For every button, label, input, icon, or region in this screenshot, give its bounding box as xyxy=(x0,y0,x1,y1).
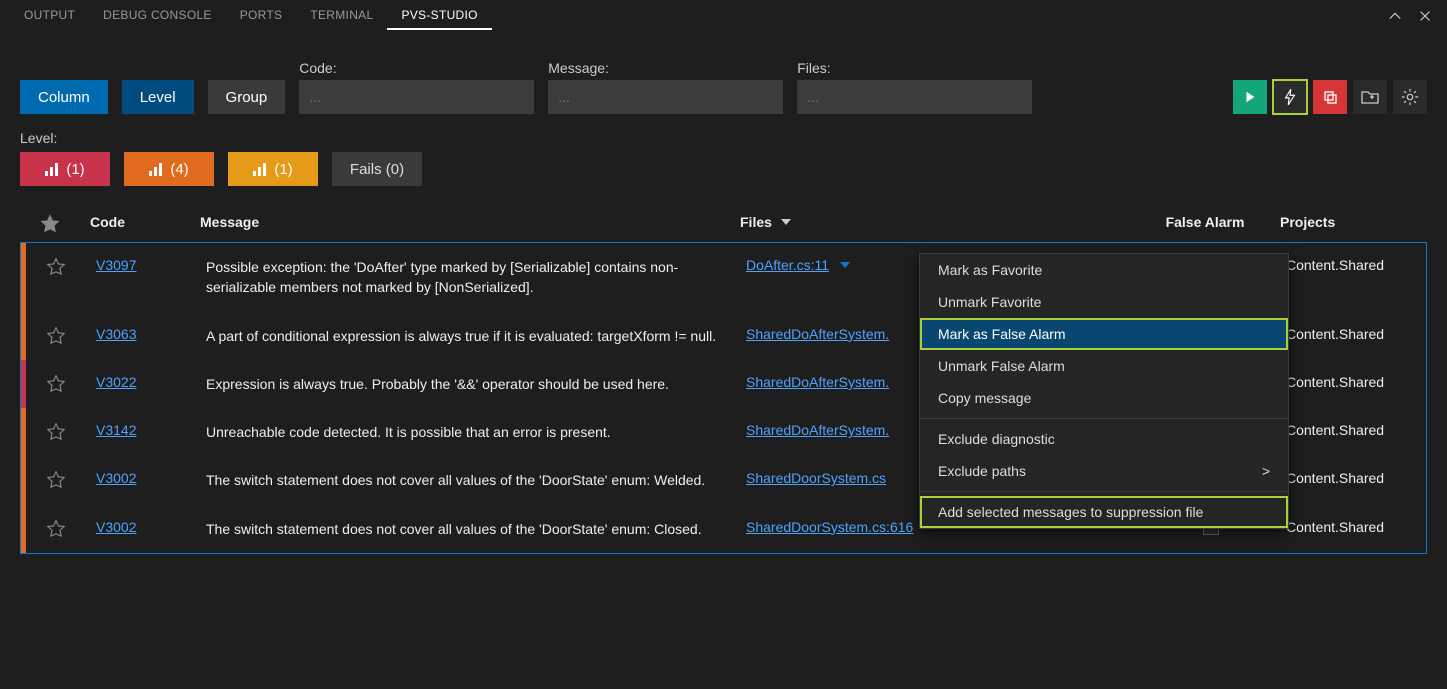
context-menu-item[interactable]: Copy message xyxy=(920,382,1288,414)
bars-icon xyxy=(149,162,162,176)
context-menu-item[interactable]: Add selected messages to suppression fil… xyxy=(920,496,1288,528)
level-badge-orange[interactable]: (4) xyxy=(124,152,214,186)
level-label: Level: xyxy=(20,130,1427,146)
bars-icon xyxy=(253,162,266,176)
message-text: The switch statement does not cover all … xyxy=(206,470,736,490)
grid-header: Code Message Files False Alarm Projects xyxy=(20,206,1427,242)
panel-tab-pvs-studio[interactable]: PVS-STUDIO xyxy=(387,2,491,30)
code-link[interactable]: V3022 xyxy=(96,374,136,390)
message-text: Expression is always true. Probably the … xyxy=(206,374,736,394)
lightning-icon[interactable] xyxy=(1273,80,1307,114)
favorite-star-icon[interactable] xyxy=(26,519,86,539)
submenu-arrow-icon: > xyxy=(1262,463,1270,479)
level-badge-gray[interactable]: Fails (0) xyxy=(332,152,422,186)
level-button[interactable]: Level xyxy=(122,80,194,114)
favorite-star-icon[interactable] xyxy=(26,257,86,277)
code-link[interactable]: V3142 xyxy=(96,422,136,438)
message-text: Unreachable code detected. It is possibl… xyxy=(206,422,736,442)
sort-desc-icon xyxy=(780,214,792,230)
gear-icon[interactable] xyxy=(1393,80,1427,114)
code-filter: Code: xyxy=(299,60,534,114)
message-filter-input[interactable] xyxy=(548,80,783,114)
files-filter-input[interactable] xyxy=(797,80,1032,114)
panel-tab-terminal[interactable]: TERMINAL xyxy=(296,2,387,30)
code-link[interactable]: V3097 xyxy=(96,257,136,273)
project-name: Content.Shared xyxy=(1286,470,1406,486)
col-files[interactable]: Files xyxy=(740,214,1130,230)
context-menu-item[interactable]: Unmark False Alarm xyxy=(920,350,1288,382)
bars-icon xyxy=(45,162,58,176)
files-filter: Files: xyxy=(797,60,1032,114)
file-link[interactable]: SharedDoorSystem.cs:616 xyxy=(746,519,913,535)
panel-tab-output[interactable]: OUTPUT xyxy=(10,2,89,30)
code-filter-input[interactable] xyxy=(299,80,534,114)
col-code[interactable]: Code xyxy=(90,214,190,230)
message-filter-label: Message: xyxy=(548,60,783,76)
project-name: Content.Shared xyxy=(1286,257,1406,273)
results-grid: Code Message Files False Alarm Projects … xyxy=(0,196,1447,554)
col-message[interactable]: Message xyxy=(200,214,730,230)
toolbar-icons xyxy=(1233,80,1427,114)
code-link[interactable]: V3002 xyxy=(96,470,136,486)
context-menu-item[interactable]: Exclude paths> xyxy=(920,455,1288,487)
favorite-star-icon[interactable] xyxy=(26,470,86,490)
project-name: Content.Shared xyxy=(1286,326,1406,342)
level-badge-red[interactable]: (1) xyxy=(20,152,110,186)
panel-tab-bar: OUTPUTDEBUG CONSOLEPORTSTERMINALPVS-STUD… xyxy=(0,0,1447,32)
folder-icon[interactable] xyxy=(1353,80,1387,114)
context-menu-item[interactable]: Exclude diagnostic xyxy=(920,423,1288,455)
project-name: Content.Shared xyxy=(1286,519,1406,535)
favorite-star-icon[interactable] xyxy=(26,374,86,394)
col-star[interactable] xyxy=(20,214,80,234)
favorite-star-icon[interactable] xyxy=(26,422,86,442)
context-menu-item[interactable]: Mark as Favorite xyxy=(920,254,1288,286)
level-row: Level: (1) (4) (1) Fails (0) xyxy=(0,124,1447,196)
message-text: The switch statement does not cover all … xyxy=(206,519,736,539)
file-link[interactable]: SharedDoAfterSystem. xyxy=(746,326,889,342)
filter-row: Column Level Group Code: Message: Files: xyxy=(0,32,1447,124)
context-menu-separator xyxy=(920,418,1288,419)
expand-caret-icon[interactable] xyxy=(839,257,851,273)
file-link[interactable]: SharedDoorSystem.cs xyxy=(746,470,886,486)
file-link[interactable]: SharedDoAfterSystem. xyxy=(746,374,889,390)
code-filter-label: Code: xyxy=(299,60,534,76)
panel-tab-ports[interactable]: PORTS xyxy=(226,2,297,30)
col-false-alarm[interactable]: False Alarm xyxy=(1140,214,1270,230)
message-filter: Message: xyxy=(548,60,783,114)
column-button[interactable]: Column xyxy=(20,80,108,114)
chevron-up-icon[interactable] xyxy=(1383,4,1407,28)
grid-body: V3097 Possible exception: the 'DoAfter' t… xyxy=(20,242,1427,554)
project-name: Content.Shared xyxy=(1286,422,1406,438)
level-badge-yellow[interactable]: (1) xyxy=(228,152,318,186)
code-link[interactable]: V3002 xyxy=(96,519,136,535)
play-icon[interactable] xyxy=(1233,80,1267,114)
context-menu: Mark as FavoriteUnmark FavoriteMark as F… xyxy=(919,253,1289,529)
context-menu-separator xyxy=(920,491,1288,492)
context-menu-item[interactable]: Unmark Favorite xyxy=(920,286,1288,318)
file-link[interactable]: DoAfter.cs:11 xyxy=(746,257,829,273)
col-projects[interactable]: Projects xyxy=(1280,214,1400,230)
favorite-star-icon[interactable] xyxy=(26,326,86,346)
file-link[interactable]: SharedDoAfterSystem. xyxy=(746,422,889,438)
group-button[interactable]: Group xyxy=(208,80,286,114)
close-icon[interactable] xyxy=(1413,4,1437,28)
code-link[interactable]: V3063 xyxy=(96,326,136,342)
message-text: A part of conditional expression is alwa… xyxy=(206,326,736,346)
copy-icon[interactable] xyxy=(1313,80,1347,114)
context-menu-item[interactable]: Mark as False Alarm xyxy=(920,318,1288,350)
project-name: Content.Shared xyxy=(1286,374,1406,390)
panel-tab-debug-console[interactable]: DEBUG CONSOLE xyxy=(89,2,226,30)
message-text: Possible exception: the 'DoAfter' type m… xyxy=(206,257,736,298)
files-filter-label: Files: xyxy=(797,60,1032,76)
